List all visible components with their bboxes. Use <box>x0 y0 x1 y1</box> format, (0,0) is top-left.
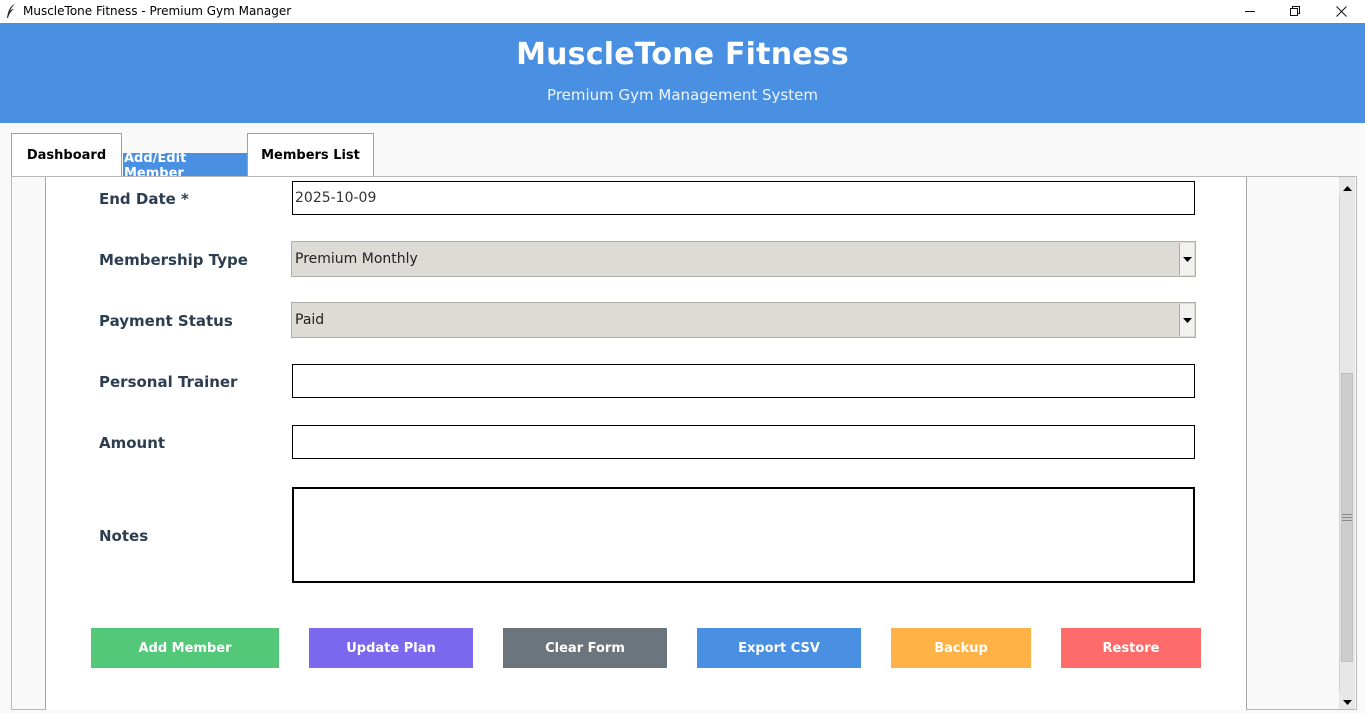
chevron-down-icon <box>1182 312 1192 328</box>
update-plan-button[interactable]: Update Plan <box>309 628 473 668</box>
app-header: MuscleTone Fitness Premium Gym Managemen… <box>0 23 1365 123</box>
scrollbar-grip-line <box>1342 514 1352 515</box>
notes-label: Notes <box>99 527 149 545</box>
end-date-field[interactable]: 2025-10-09 <box>292 181 1195 215</box>
scroll-down-button[interactable] <box>1339 692 1355 709</box>
dropdown-arrow-button[interactable] <box>1179 243 1194 275</box>
minimize-button[interactable] <box>1227 0 1273 23</box>
arrow-down-icon <box>1342 691 1352 710</box>
app-title: MuscleTone Fitness <box>516 37 849 72</box>
maximize-button[interactable] <box>1272 0 1318 23</box>
export-csv-button[interactable]: Export CSV <box>697 628 861 668</box>
scrollbar-grip-line <box>1342 520 1352 521</box>
end-date-label: End Date * <box>99 190 189 208</box>
tab-dashboard[interactable]: Dashboard <box>11 133 122 177</box>
restore-window-icon <box>1289 6 1301 17</box>
personal-trainer-label: Personal Trainer <box>99 373 238 391</box>
clear-form-button[interactable]: Clear Form <box>503 628 667 668</box>
payment-status-value: Paid <box>295 312 325 328</box>
chevron-down-icon <box>1182 251 1192 267</box>
tab-add-edit-member[interactable]: Add/Edit Member <box>123 151 247 181</box>
feather-icon <box>5 3 17 19</box>
scroll-up-button[interactable] <box>1339 178 1355 195</box>
membership-type-label: Membership Type <box>99 251 248 269</box>
payment-status-label: Payment Status <box>99 312 233 330</box>
close-window-button[interactable] <box>1318 0 1364 23</box>
notes-textarea[interactable] <box>292 487 1195 583</box>
arrow-up-icon <box>1342 177 1352 196</box>
backup-button[interactable]: Backup <box>891 628 1031 668</box>
payment-status-select[interactable]: Paid <box>291 302 1196 338</box>
window-titlebar: MuscleTone Fitness - Premium Gym Manager <box>0 0 1365 23</box>
restore-button[interactable]: Restore <box>1061 628 1201 668</box>
membership-type-select[interactable]: Premium Monthly <box>291 241 1196 277</box>
scrollbar-grip-line <box>1342 517 1352 518</box>
amount-field[interactable] <box>292 425 1195 459</box>
amount-label: Amount <box>99 434 166 452</box>
membership-type-value: Premium Monthly <box>295 251 418 267</box>
personal-trainer-field[interactable] <box>292 364 1195 398</box>
add-member-button[interactable]: Add Member <box>91 628 279 668</box>
app-subtitle: Premium Gym Management System <box>547 86 818 104</box>
window-title: MuscleTone Fitness - Premium Gym Manager <box>23 4 292 18</box>
tab-members-list[interactable]: Members List <box>247 133 374 177</box>
minimize-icon <box>1244 6 1256 17</box>
dropdown-arrow-button[interactable] <box>1179 304 1194 336</box>
close-icon <box>1335 6 1347 17</box>
